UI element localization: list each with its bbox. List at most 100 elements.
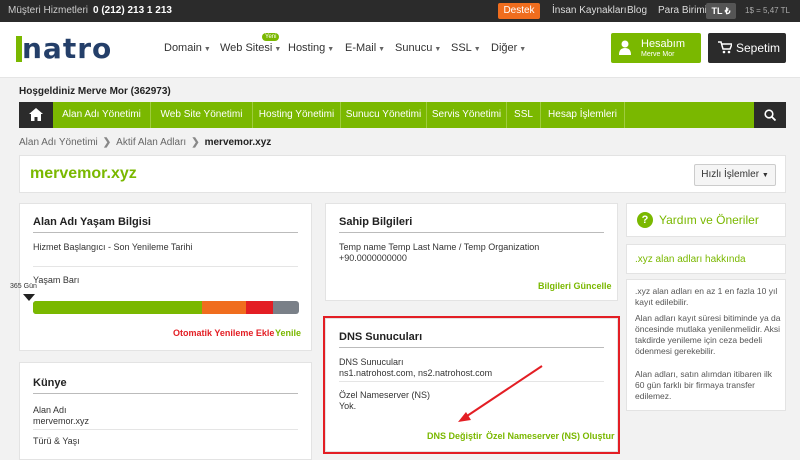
breadcrumb: Alan Adı Yönetimi ❯ Aktif Alan Adları ❯ merv… — [19, 137, 271, 148]
auto-renew-link[interactable]: Otomatik Yenileme Ekle — [173, 328, 274, 338]
help-paragraph: Alan adları kayıt süresi bitiminde ya da… — [635, 313, 781, 356]
menu-ssl[interactable]: SSL — [507, 102, 541, 128]
help-header: ? Yardım ve Öneriler — [626, 203, 786, 237]
help-paragraph: .xyz alan adları en az 1 en fazla 10 yıl… — [635, 286, 778, 307]
search-icon — [764, 109, 776, 121]
caret-down-icon: ▼ — [761, 172, 769, 179]
chevron-down-icon: ▼ — [519, 46, 527, 53]
breadcrumb-current: mervemor.xyz — [204, 137, 272, 148]
domain-value: mervemor.xyz — [33, 416, 90, 426]
exchange-rate: 1$ = 5,47 TL — [745, 6, 790, 15]
chevron-right-icon: ❯ — [191, 137, 200, 148]
life-bar-label: Yaşam Barı — [33, 275, 80, 285]
natro-logo[interactable]: natro — [14, 32, 134, 65]
cart-button[interactable]: Sepetim — [708, 33, 786, 63]
divider — [33, 429, 298, 430]
account-name: Merve Mor — [641, 51, 675, 58]
currency-selector[interactable]: TL ₺ — [706, 3, 736, 19]
domain-life-panel: Alan Adı Yaşam Bilgisi Hizmet Başlangıcı… — [10, 203, 312, 351]
menu-account[interactable]: Hesap İşlemleri — [541, 102, 625, 128]
nav-label: Hosting — [288, 42, 326, 54]
hr-link[interactable]: İnsan Kaynakları — [552, 5, 627, 16]
help-title: Yardım ve Öneriler — [659, 213, 759, 227]
currency-label: Para Birimi — [658, 5, 707, 16]
divider — [33, 266, 298, 267]
service-dates-label: Hizmet Başlangıcı - Son Yenileme Tarihi — [33, 242, 193, 252]
menu-website-management[interactable]: Web Site Yönetimi — [151, 102, 253, 128]
main-header: natro Domain ▼ Web Sitesi ▼ Yeni Hosting ▼ … — [0, 22, 800, 78]
home-button[interactable] — [19, 102, 53, 128]
domain-header: mervemor.xyz Hızlı İşlemler ▼ — [19, 155, 786, 193]
nav-label: Sunucu — [395, 42, 433, 54]
nav-label: Web Sitesi — [220, 42, 273, 54]
nav-diger[interactable]: Diğer ▼ — [491, 42, 526, 54]
menu-domain-management[interactable]: Alan Adı Yönetimi — [53, 102, 151, 128]
page-title: mervemor.xyz — [30, 165, 137, 182]
account-title: Hesabım — [641, 38, 686, 50]
nav-ssl[interactable]: SSL ▼ — [451, 42, 481, 54]
welcome-text: Hoşgeldiniz Merve Mor (362973) — [19, 86, 171, 97]
blog-link[interactable]: Blog — [627, 5, 647, 16]
chevron-down-icon: ▼ — [203, 46, 211, 53]
help-subtitle: .xyz alan adları hakkında — [635, 254, 746, 265]
nav-sunucu[interactable]: Sunucu ▼ — [395, 42, 441, 54]
chevron-down-icon: ▼ — [473, 46, 481, 53]
nav-email[interactable]: E-Mail ▼ — [345, 42, 385, 54]
management-menu: Alan Adı Yönetimi Web Site Yönetimi Host… — [19, 102, 786, 128]
days-remaining: 365 Gün — [10, 283, 37, 290]
renew-link[interactable]: Yenile — [275, 328, 301, 338]
panel-title: Sahip Bilgileri — [339, 216, 413, 228]
life-bar-green — [33, 301, 202, 314]
help-content: .xyz alan adları en az 1 en fazla 10 yıl… — [626, 279, 786, 411]
support-phone-label: Müşteri Hizmetleri — [8, 5, 89, 16]
life-bar — [33, 301, 299, 314]
cart-icon — [718, 41, 732, 54]
nav-hosting[interactable]: Hosting ▼ — [288, 42, 334, 54]
account-button[interactable]: Hesabım Merve Mor — [611, 33, 701, 63]
support-button[interactable]: Destek — [498, 3, 540, 19]
life-bar-marker-icon — [23, 294, 35, 301]
owner-panel: Sahip Bilgileri Temp name Temp Last Name… — [325, 203, 618, 301]
chevron-down-icon: ▼ — [434, 46, 442, 53]
nav-label: Domain — [164, 42, 202, 54]
nav-label: E-Mail — [345, 42, 377, 54]
quick-actions-dropdown[interactable]: Hızlı İşlemler ▼ — [694, 164, 776, 186]
menu-hosting-management[interactable]: Hosting Yönetimi — [253, 102, 341, 128]
panel-title: Künye — [33, 377, 67, 389]
menu-service-management[interactable]: Servis Yönetimi — [427, 102, 507, 128]
help-topic: .xyz alan adları hakkında — [626, 244, 786, 274]
panel-title-divider — [33, 232, 298, 233]
domain-label: Alan Adı — [33, 405, 67, 415]
breadcrumb-item[interactable]: Alan Adı Yönetimi — [19, 137, 98, 148]
logo-text: natro — [22, 32, 113, 65]
search-button[interactable] — [754, 102, 786, 128]
chevron-right-icon: ❯ — [102, 137, 112, 148]
life-bar-orange — [202, 301, 246, 314]
panel-title-divider — [33, 393, 298, 394]
update-info-link[interactable]: Bilgileri Güncelle — [538, 281, 612, 291]
cart-label: Sepetim — [736, 41, 781, 55]
quick-actions-label: Hızlı İşlemler — [701, 169, 760, 180]
nav-label: SSL — [451, 42, 472, 54]
user-icon — [619, 40, 631, 55]
nav-web-site[interactable]: Web Sitesi ▼ — [220, 42, 281, 54]
help-paragraph: Alan adları, satın alımdan itibaren ilk … — [635, 369, 773, 401]
nav-domain[interactable]: Domain ▼ — [164, 42, 211, 54]
chevron-down-icon: ▼ — [327, 46, 335, 53]
panel-title-divider — [339, 232, 604, 233]
breadcrumb-item[interactable]: Aktif Alan Adları — [116, 137, 186, 148]
top-bar: Müşteri Hizmetleri 0 (212) 213 1 213 Des… — [0, 0, 800, 22]
type-age-label: Türü & Yaşı — [33, 436, 80, 446]
panel-title: Alan Adı Yaşam Bilgisi — [33, 216, 151, 228]
owner-name: Temp name Temp Last Name / Temp Organiza… — [339, 242, 540, 252]
question-icon: ? — [637, 212, 653, 228]
life-bar-red — [246, 301, 273, 314]
home-icon — [29, 108, 43, 121]
chevron-down-icon: ▼ — [274, 46, 282, 53]
support-phone-number[interactable]: 0 (212) 213 1 213 — [93, 5, 172, 16]
annotation-arrow-icon — [458, 365, 543, 422]
owner-phone: +90.0000000000 — [339, 253, 407, 263]
nav-label: Diğer — [491, 42, 518, 54]
new-badge: Yeni — [262, 33, 280, 41]
menu-server-management[interactable]: Sunucu Yönetimi — [341, 102, 427, 128]
